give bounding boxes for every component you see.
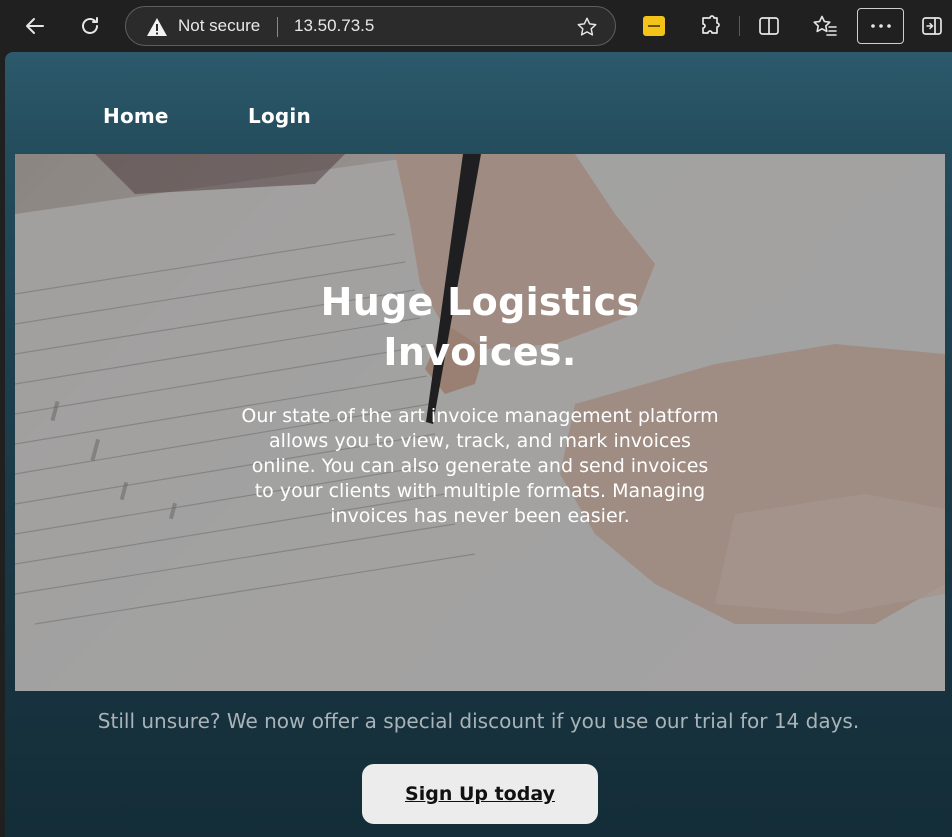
back-arrow-icon[interactable] xyxy=(17,8,53,44)
promo-text: Still unsure? We now offer a special dis… xyxy=(97,709,860,733)
url-text[interactable]: 13.50.73.5 xyxy=(294,16,374,36)
hero-banner: Huge Logistics Invoices. Our state of th… xyxy=(15,154,945,691)
security-label[interactable]: Not secure xyxy=(178,16,260,36)
web-page: Home Login Huge Logistics Invoices. Our … xyxy=(5,52,952,837)
extension-yellow-icon[interactable] xyxy=(643,16,665,36)
signup-button[interactable]: Sign Up today xyxy=(362,764,598,824)
address-bar[interactable]: Not secure 13.50.73.5 xyxy=(125,6,616,46)
refresh-icon[interactable] xyxy=(72,8,108,44)
favorite-star-icon[interactable] xyxy=(574,14,600,40)
nav-home-link[interactable]: Home xyxy=(103,104,169,128)
sidebar-toggle-icon[interactable] xyxy=(914,8,950,44)
more-dots-icon[interactable] xyxy=(857,8,904,44)
toolbar-divider xyxy=(739,16,740,36)
hero-title: Huge Logistics Invoices. xyxy=(320,280,640,374)
hero-description: Our state of the art invoice management … xyxy=(241,405,719,527)
address-separator xyxy=(277,17,278,37)
nav-login-link[interactable]: Login xyxy=(248,104,311,128)
browser-toolbar: Not secure 13.50.73.5 xyxy=(0,0,952,52)
signup-button-label[interactable]: Sign Up today xyxy=(405,783,555,805)
favorites-icon[interactable] xyxy=(807,8,843,44)
warning-icon[interactable] xyxy=(146,17,168,41)
split-screen-icon[interactable] xyxy=(751,8,787,44)
extensions-puzzle-icon[interactable] xyxy=(692,8,728,44)
